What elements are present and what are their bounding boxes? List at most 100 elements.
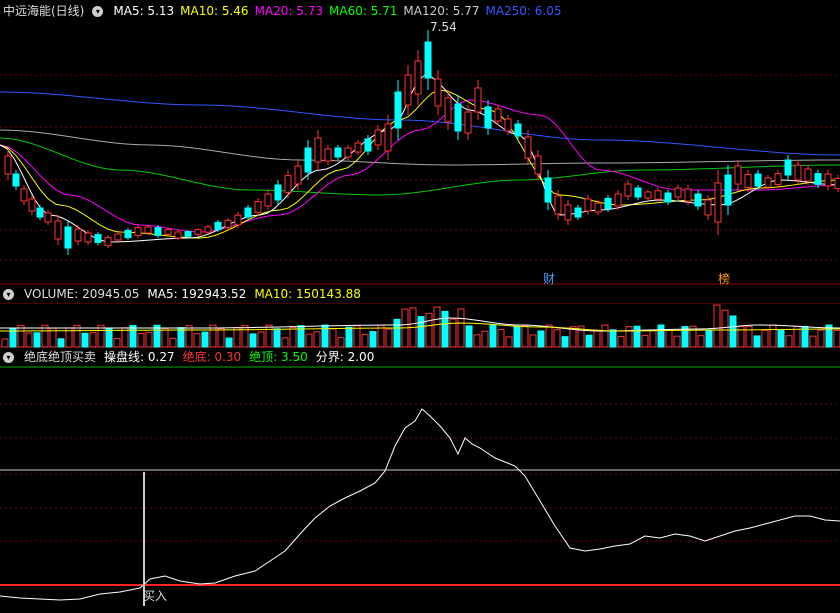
- candle-body[interactable]: [774, 173, 782, 185]
- candle-body[interactable]: [664, 192, 672, 203]
- candle-body[interactable]: [4, 155, 12, 175]
- volume-bar: [817, 329, 825, 348]
- candle-body[interactable]: [494, 108, 502, 122]
- candle-body[interactable]: [564, 204, 572, 221]
- candle-body[interactable]: [28, 198, 36, 212]
- candle-body[interactable]: [234, 214, 242, 226]
- candle-body[interactable]: [214, 221, 222, 231]
- candle-body[interactable]: [604, 197, 612, 210]
- candle-body[interactable]: [334, 147, 342, 158]
- indicator-chart[interactable]: [0, 366, 840, 613]
- ma250-label: MA250: 6.05: [485, 4, 562, 18]
- candle-body[interactable]: [834, 177, 840, 190]
- candle-body[interactable]: [754, 173, 762, 187]
- candle-body[interactable]: [144, 226, 152, 234]
- candle-body[interactable]: [694, 193, 702, 207]
- candle-body[interactable]: [414, 60, 422, 95]
- candle-body[interactable]: [54, 220, 62, 240]
- volume-toggle-icon[interactable]: ▾: [3, 288, 14, 300]
- candle-body[interactable]: [714, 182, 722, 223]
- indicator-toggle-icon[interactable]: ▾: [3, 351, 14, 363]
- candle-body[interactable]: [394, 91, 402, 129]
- candle-body[interactable]: [824, 173, 832, 187]
- candle-body[interactable]: [174, 231, 182, 239]
- candle-body[interactable]: [514, 123, 522, 137]
- candle-body[interactable]: [94, 234, 102, 243]
- candle-body[interactable]: [624, 183, 632, 197]
- stock-title[interactable]: 中远海能(日线): [3, 2, 84, 20]
- candle-body[interactable]: [294, 165, 302, 185]
- candle-body[interactable]: [504, 118, 512, 132]
- candle-body[interactable]: [574, 207, 582, 218]
- candle-body[interactable]: [84, 232, 92, 243]
- candle-body[interactable]: [184, 231, 192, 237]
- candle-body[interactable]: [814, 173, 822, 185]
- candle-body[interactable]: [554, 195, 562, 215]
- candle-body[interactable]: [384, 123, 392, 152]
- finance-marker[interactable]: 财: [543, 270, 555, 287]
- candle-body[interactable]: [764, 177, 772, 188]
- candle-body[interactable]: [264, 193, 272, 207]
- volume-bar: [313, 331, 321, 348]
- candle-body[interactable]: [784, 159, 792, 176]
- candle-body[interactable]: [244, 207, 252, 218]
- candle-body[interactable]: [224, 219, 232, 229]
- candle-body[interactable]: [524, 136, 532, 159]
- candle-body[interactable]: [484, 106, 492, 129]
- candle-body[interactable]: [464, 111, 472, 134]
- candle-body[interactable]: [64, 226, 72, 249]
- settings-toggle-icon[interactable]: ▾: [92, 5, 104, 17]
- candle-body[interactable]: [304, 147, 312, 173]
- candle-body[interactable]: [614, 193, 622, 207]
- candle-body[interactable]: [684, 188, 692, 202]
- candle-body[interactable]: [194, 229, 202, 235]
- candle-body[interactable]: [12, 173, 20, 187]
- candle-body[interactable]: [734, 165, 742, 185]
- candle-body[interactable]: [364, 138, 372, 152]
- candle-body[interactable]: [204, 226, 212, 233]
- candle-body[interactable]: [134, 227, 142, 236]
- candle-body[interactable]: [444, 97, 452, 123]
- candle-body[interactable]: [724, 174, 732, 206]
- candle-body[interactable]: [254, 201, 262, 213]
- candle-body[interactable]: [374, 129, 382, 146]
- volume-bar: [465, 325, 473, 348]
- candle-body[interactable]: [74, 228, 82, 242]
- candle-body[interactable]: [324, 148, 332, 162]
- candle-body[interactable]: [44, 212, 52, 223]
- candle-body[interactable]: [274, 184, 282, 201]
- indicator-title[interactable]: 绝底绝顶买卖: [24, 348, 96, 366]
- candle-body[interactable]: [804, 168, 812, 182]
- candle-body[interactable]: [794, 164, 802, 181]
- candle-body[interactable]: [344, 147, 352, 158]
- candle-body[interactable]: [454, 103, 462, 132]
- candle-body[interactable]: [744, 173, 752, 189]
- candle-body[interactable]: [284, 175, 292, 193]
- candle-body[interactable]: [114, 233, 122, 241]
- candle-body[interactable]: [164, 229, 172, 235]
- candle-body[interactable]: [354, 142, 362, 153]
- candle-body[interactable]: [654, 190, 662, 200]
- candle-body[interactable]: [20, 188, 28, 202]
- candle-body[interactable]: [474, 87, 482, 113]
- candle-body[interactable]: [434, 78, 442, 107]
- volume-chart[interactable]: [0, 303, 840, 348]
- candle-body[interactable]: [704, 199, 712, 216]
- candle-body[interactable]: [594, 202, 602, 213]
- candle-body[interactable]: [124, 229, 132, 239]
- candle-body[interactable]: [534, 155, 542, 175]
- candle-body[interactable]: [584, 198, 592, 212]
- candle-body[interactable]: [314, 137, 322, 163]
- candle-body[interactable]: [544, 177, 552, 203]
- candle-body[interactable]: [644, 191, 652, 199]
- ranking-marker[interactable]: 榜: [718, 270, 730, 287]
- volume-bar: [753, 335, 761, 348]
- candle-body[interactable]: [424, 41, 432, 79]
- candle-body[interactable]: [154, 227, 162, 236]
- price-chart[interactable]: [0, 20, 840, 285]
- candle-body[interactable]: [404, 74, 412, 106]
- candle-body[interactable]: [634, 187, 642, 198]
- candle-body[interactable]: [104, 237, 112, 246]
- candle-body[interactable]: [36, 207, 44, 218]
- candle-body[interactable]: [674, 187, 682, 198]
